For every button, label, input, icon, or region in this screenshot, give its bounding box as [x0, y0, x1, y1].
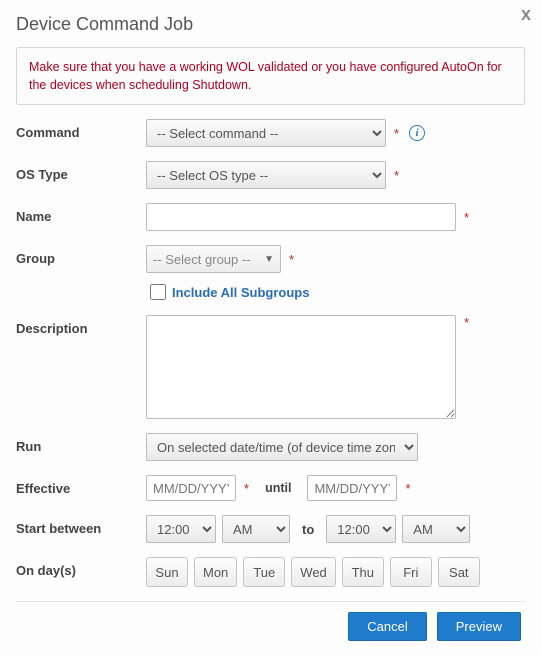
os-type-select[interactable]: -- Select OS type -- [146, 161, 386, 189]
day-button-thu[interactable]: Thu [342, 557, 384, 587]
row-command: Command -- Select command -- * i [16, 119, 525, 147]
day-button-tue[interactable]: Tue [243, 557, 285, 587]
row-on-days: On day(s) Sun Mon Tue Wed Thu Fri Sat [16, 557, 525, 587]
cancel-button[interactable]: Cancel [348, 612, 426, 641]
effective-from-input[interactable] [146, 475, 236, 501]
start-time-2-select[interactable]: 12:00 [326, 515, 396, 543]
label-description: Description [16, 315, 146, 336]
required-marker: * [464, 315, 469, 330]
label-name: Name [16, 203, 146, 224]
dialog-title: Device Command Job [16, 14, 525, 35]
row-description: Description * [16, 315, 525, 419]
group-select-placeholder: -- Select group -- [153, 252, 251, 267]
row-os-type: OS Type -- Select OS type -- * [16, 161, 525, 189]
label-run: Run [16, 433, 146, 454]
row-include-subgroups: Include All Subgroups [146, 281, 525, 303]
day-button-fri[interactable]: Fri [390, 557, 432, 587]
form: Command -- Select command -- * i OS Type… [16, 119, 525, 641]
divider [16, 601, 525, 602]
row-name: Name * [16, 203, 525, 231]
label-until: until [265, 481, 291, 495]
run-select[interactable]: On selected date/time (of device time zo… [146, 433, 418, 461]
required-marker: * [464, 210, 469, 225]
label-start-between: Start between [16, 515, 146, 536]
row-start-between: Start between 12:00 AM to 12:00 AM [16, 515, 525, 543]
required-marker: * [244, 481, 249, 496]
required-marker: * [405, 481, 410, 496]
label-on-days: On day(s) [16, 557, 146, 578]
dialog-footer: Cancel Preview [16, 612, 525, 641]
day-button-sat[interactable]: Sat [438, 557, 480, 587]
label-os-type: OS Type [16, 161, 146, 182]
row-run: Run On selected date/time (of device tim… [16, 433, 525, 461]
close-icon[interactable]: x [521, 4, 531, 25]
day-button-sun[interactable]: Sun [146, 557, 188, 587]
chevron-down-icon: ▼ [264, 254, 274, 265]
row-effective: Effective * until * [16, 475, 525, 501]
device-command-job-dialog: x Device Command Job Make sure that you … [0, 0, 541, 655]
description-textarea[interactable] [146, 315, 456, 419]
label-to: to [302, 522, 314, 537]
group-select[interactable]: -- Select group -- ▼ [146, 245, 281, 273]
warning-banner: Make sure that you have a working WOL va… [16, 47, 525, 105]
preview-button[interactable]: Preview [437, 612, 521, 641]
required-marker: * [394, 126, 399, 141]
effective-until-input[interactable] [307, 475, 397, 501]
command-select[interactable]: -- Select command -- [146, 119, 386, 147]
start-time-1-select[interactable]: 12:00 [146, 515, 216, 543]
name-input[interactable] [146, 203, 456, 231]
days-container: Sun Mon Tue Wed Thu Fri Sat [146, 557, 525, 587]
include-subgroups-checkbox[interactable] [150, 284, 166, 300]
info-icon[interactable]: i [409, 125, 425, 141]
label-group: Group [16, 245, 146, 266]
day-button-wed[interactable]: Wed [291, 557, 336, 587]
required-marker: * [394, 168, 399, 183]
row-group: Group -- Select group -- ▼ * [16, 245, 525, 273]
label-effective: Effective [16, 475, 146, 496]
start-ampm-1-select[interactable]: AM [222, 515, 290, 543]
label-command: Command [16, 119, 146, 140]
start-ampm-2-select[interactable]: AM [402, 515, 470, 543]
required-marker: * [289, 252, 294, 267]
include-subgroups-label: Include All Subgroups [172, 285, 309, 300]
day-button-mon[interactable]: Mon [194, 557, 237, 587]
